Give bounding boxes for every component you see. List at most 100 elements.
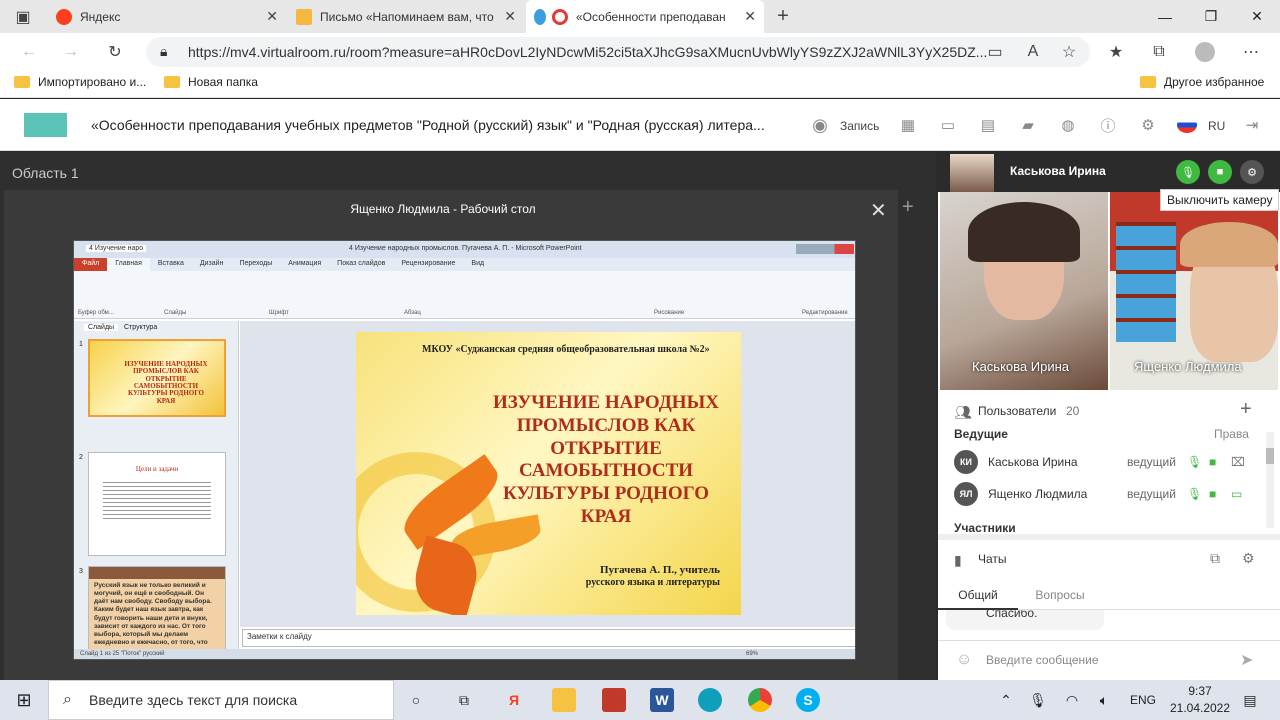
users-icon[interactable]: ◍ <box>1058 115 1078 135</box>
camera-site-icon[interactable]: ▭ <box>984 41 1006 63</box>
camera-icon[interactable]: ■ <box>1208 160 1232 184</box>
exit-icon[interactable]: ⇥ <box>1242 115 1262 135</box>
profile-avatar[interactable] <box>1194 41 1216 63</box>
bookmark-new-folder[interactable]: Новая папка <box>164 75 258 89</box>
skype-icon[interactable]: S <box>796 688 820 712</box>
browser-tab-strip: ▣ Яндекс ✕ Письмо «Напоминаем вам, что ✕… <box>0 0 1280 33</box>
favorites-icon[interactable]: ★ <box>1105 41 1127 63</box>
more-icon[interactable]: ⋯ <box>1240 41 1262 63</box>
chat-tabs: Общий Вопросы <box>938 580 1280 610</box>
users-scrollbar[interactable] <box>1266 432 1274 528</box>
cortana-icon[interactable]: ○ <box>404 688 428 712</box>
record-label[interactable]: Запись <box>840 119 879 133</box>
chrome-icon[interactable] <box>748 688 772 712</box>
ppt-menu-item: Анимация <box>288 260 322 267</box>
ppt-menu-item: Показ слайдов <box>337 260 386 267</box>
input-language[interactable]: ENG <box>1130 693 1156 707</box>
add-user-icon[interactable]: + <box>1240 398 1252 421</box>
send-icon[interactable]: ➤ <box>1240 650 1253 670</box>
clock-date[interactable]: 21.04.2022 <box>1166 701 1234 715</box>
taskbar-search[interactable]: ⌕ Введите здесь текст для поиска <box>48 680 394 720</box>
ppt-app-icon[interactable] <box>602 688 626 712</box>
notifications-icon[interactable]: ▤ <box>1238 688 1262 712</box>
volume-icon[interactable]: 🔈︎ <box>1092 688 1116 712</box>
screen-off-icon[interactable]: ⌧ <box>1231 455 1245 469</box>
info-icon[interactable]: ⓘ <box>1098 115 1118 135</box>
wifi-icon[interactable]: ◠ <box>1060 688 1084 712</box>
explorer-icon[interactable] <box>552 688 576 712</box>
camera-tooltip: Выключить камеру <box>1160 189 1280 211</box>
message-input[interactable]: Введите сообщение <box>986 653 1099 667</box>
tab-actions-icon[interactable]: ▣ <box>12 6 34 28</box>
add-favorite-icon[interactable]: ☆ <box>1058 41 1080 63</box>
user-row[interactable]: КИ Каськова Ирина ведущий 🎙︎ ■ ⌧ <box>954 450 1264 474</box>
microphone-icon[interactable]: 🎙︎ <box>1176 160 1200 184</box>
tab-mail[interactable]: Письмо «Напоминаем вам, что ✕ <box>288 0 524 33</box>
restore-icon[interactable]: ❐ <box>1188 0 1234 33</box>
avatar: ЯЛ <box>954 482 978 506</box>
tray-chevron-icon[interactable]: ⌃ <box>994 688 1018 712</box>
close-icon[interactable]: ✕ <box>870 198 887 223</box>
tab-questions[interactable]: Вопросы <box>1020 588 1100 602</box>
area-title: Область 1 <box>12 165 79 181</box>
window-close-icon[interactable]: ✕ <box>1234 0 1280 33</box>
yandex-browser-icon[interactable]: Я <box>502 688 526 712</box>
video-tile-kaskova[interactable]: Каськова Ирина <box>940 192 1108 390</box>
tab-virtualroom[interactable]: «Особенности преподаван ✕ <box>526 0 764 33</box>
camera-icon[interactable]: ■ <box>1209 455 1231 469</box>
layout-icon[interactable]: ▦ <box>898 115 918 135</box>
microphone-icon[interactable]: 🎙︎ <box>1187 455 1209 469</box>
folder-icon[interactable]: ▰ <box>1018 115 1038 135</box>
address-bar[interactable]: 🔒︎ https://mv4.virtualroom.ru/room?measu… <box>146 37 1090 67</box>
document-icon[interactable]: ▤ <box>978 115 998 135</box>
user-name: Ященко Людмила <box>988 487 1088 501</box>
ppt-menu-item: Рецензирование <box>401 260 456 267</box>
message-text: Спасибо. <box>986 610 1038 620</box>
bookmark-other[interactable]: Другое избранное <box>1140 75 1264 89</box>
microphone-icon[interactable]: 🎙︎ <box>1187 487 1209 501</box>
ppt-menu-item: Вставка <box>157 260 184 267</box>
resize-handle[interactable] <box>938 534 1280 540</box>
bookmark-label: Импортировано и... <box>38 75 147 89</box>
export-chat-icon[interactable]: ⧉ <box>1210 550 1220 567</box>
new-tab-icon[interactable]: + <box>772 5 794 27</box>
word-icon[interactable]: W <box>650 688 674 712</box>
forward-icon[interactable]: → <box>60 41 82 63</box>
screen-share-icon[interactable]: ▭ <box>1231 487 1242 501</box>
folder-icon <box>14 76 30 88</box>
ppt-menu-file: Файл <box>74 258 108 271</box>
read-aloud-icon[interactable]: A <box>1022 41 1044 63</box>
minimize-icon[interactable]: — <box>1142 0 1188 33</box>
language-label[interactable]: RU <box>1208 119 1225 133</box>
close-icon[interactable]: ✕ <box>744 8 756 25</box>
settings-icon[interactable]: ⚙ <box>1138 115 1158 135</box>
ppt-menu-item: Главная <box>107 258 150 271</box>
camera-icon[interactable]: ■ <box>1209 487 1231 501</box>
tray-mic-icon[interactable]: 🎙︎ <box>1026 688 1050 712</box>
back-icon[interactable]: ← <box>18 41 40 63</box>
clock-time[interactable]: 9:37 <box>1170 684 1230 698</box>
windows-start-icon[interactable]: ⊞ <box>12 688 36 712</box>
settings-icon[interactable]: ⚙ <box>1242 550 1255 567</box>
screen-share-icon[interactable]: ▭ <box>938 115 958 135</box>
slide-author: Пугачева А. П., учитель <box>600 564 720 576</box>
bookmark-imported[interactable]: Импортировано и... <box>14 75 146 89</box>
add-icon[interactable]: + <box>902 196 914 219</box>
task-view-icon[interactable]: ⧉ <box>452 688 476 712</box>
presenter-bar: Каськова Ирина 🎙︎ ■ ⚙ <box>938 152 1280 192</box>
tab-general[interactable]: Общий <box>938 588 1018 610</box>
tab-yandex[interactable]: Яндекс ✕ <box>48 0 286 33</box>
settings-icon[interactable]: ⚙ <box>1240 160 1264 184</box>
record-icon[interactable]: ◉ <box>810 115 830 135</box>
refresh-icon[interactable]: ↻ <box>104 41 126 63</box>
collections-icon[interactable]: ⧉ <box>1148 41 1170 63</box>
slide-number: 1 <box>79 341 83 348</box>
edge-icon[interactable] <box>698 688 722 712</box>
close-icon[interactable]: ✕ <box>266 8 278 25</box>
close-icon[interactable]: ✕ <box>504 8 516 25</box>
video-tile-yashchenko[interactable]: Ященко Людмила <box>1110 192 1278 390</box>
emoji-icon[interactable]: ☺ <box>956 651 972 669</box>
user-row[interactable]: ЯЛ Ященко Людмила ведущий 🎙︎ ■ ▭ <box>954 482 1264 506</box>
flag-ru-icon[interactable] <box>1177 117 1197 133</box>
video-name: Каськова Ирина <box>972 359 1069 374</box>
